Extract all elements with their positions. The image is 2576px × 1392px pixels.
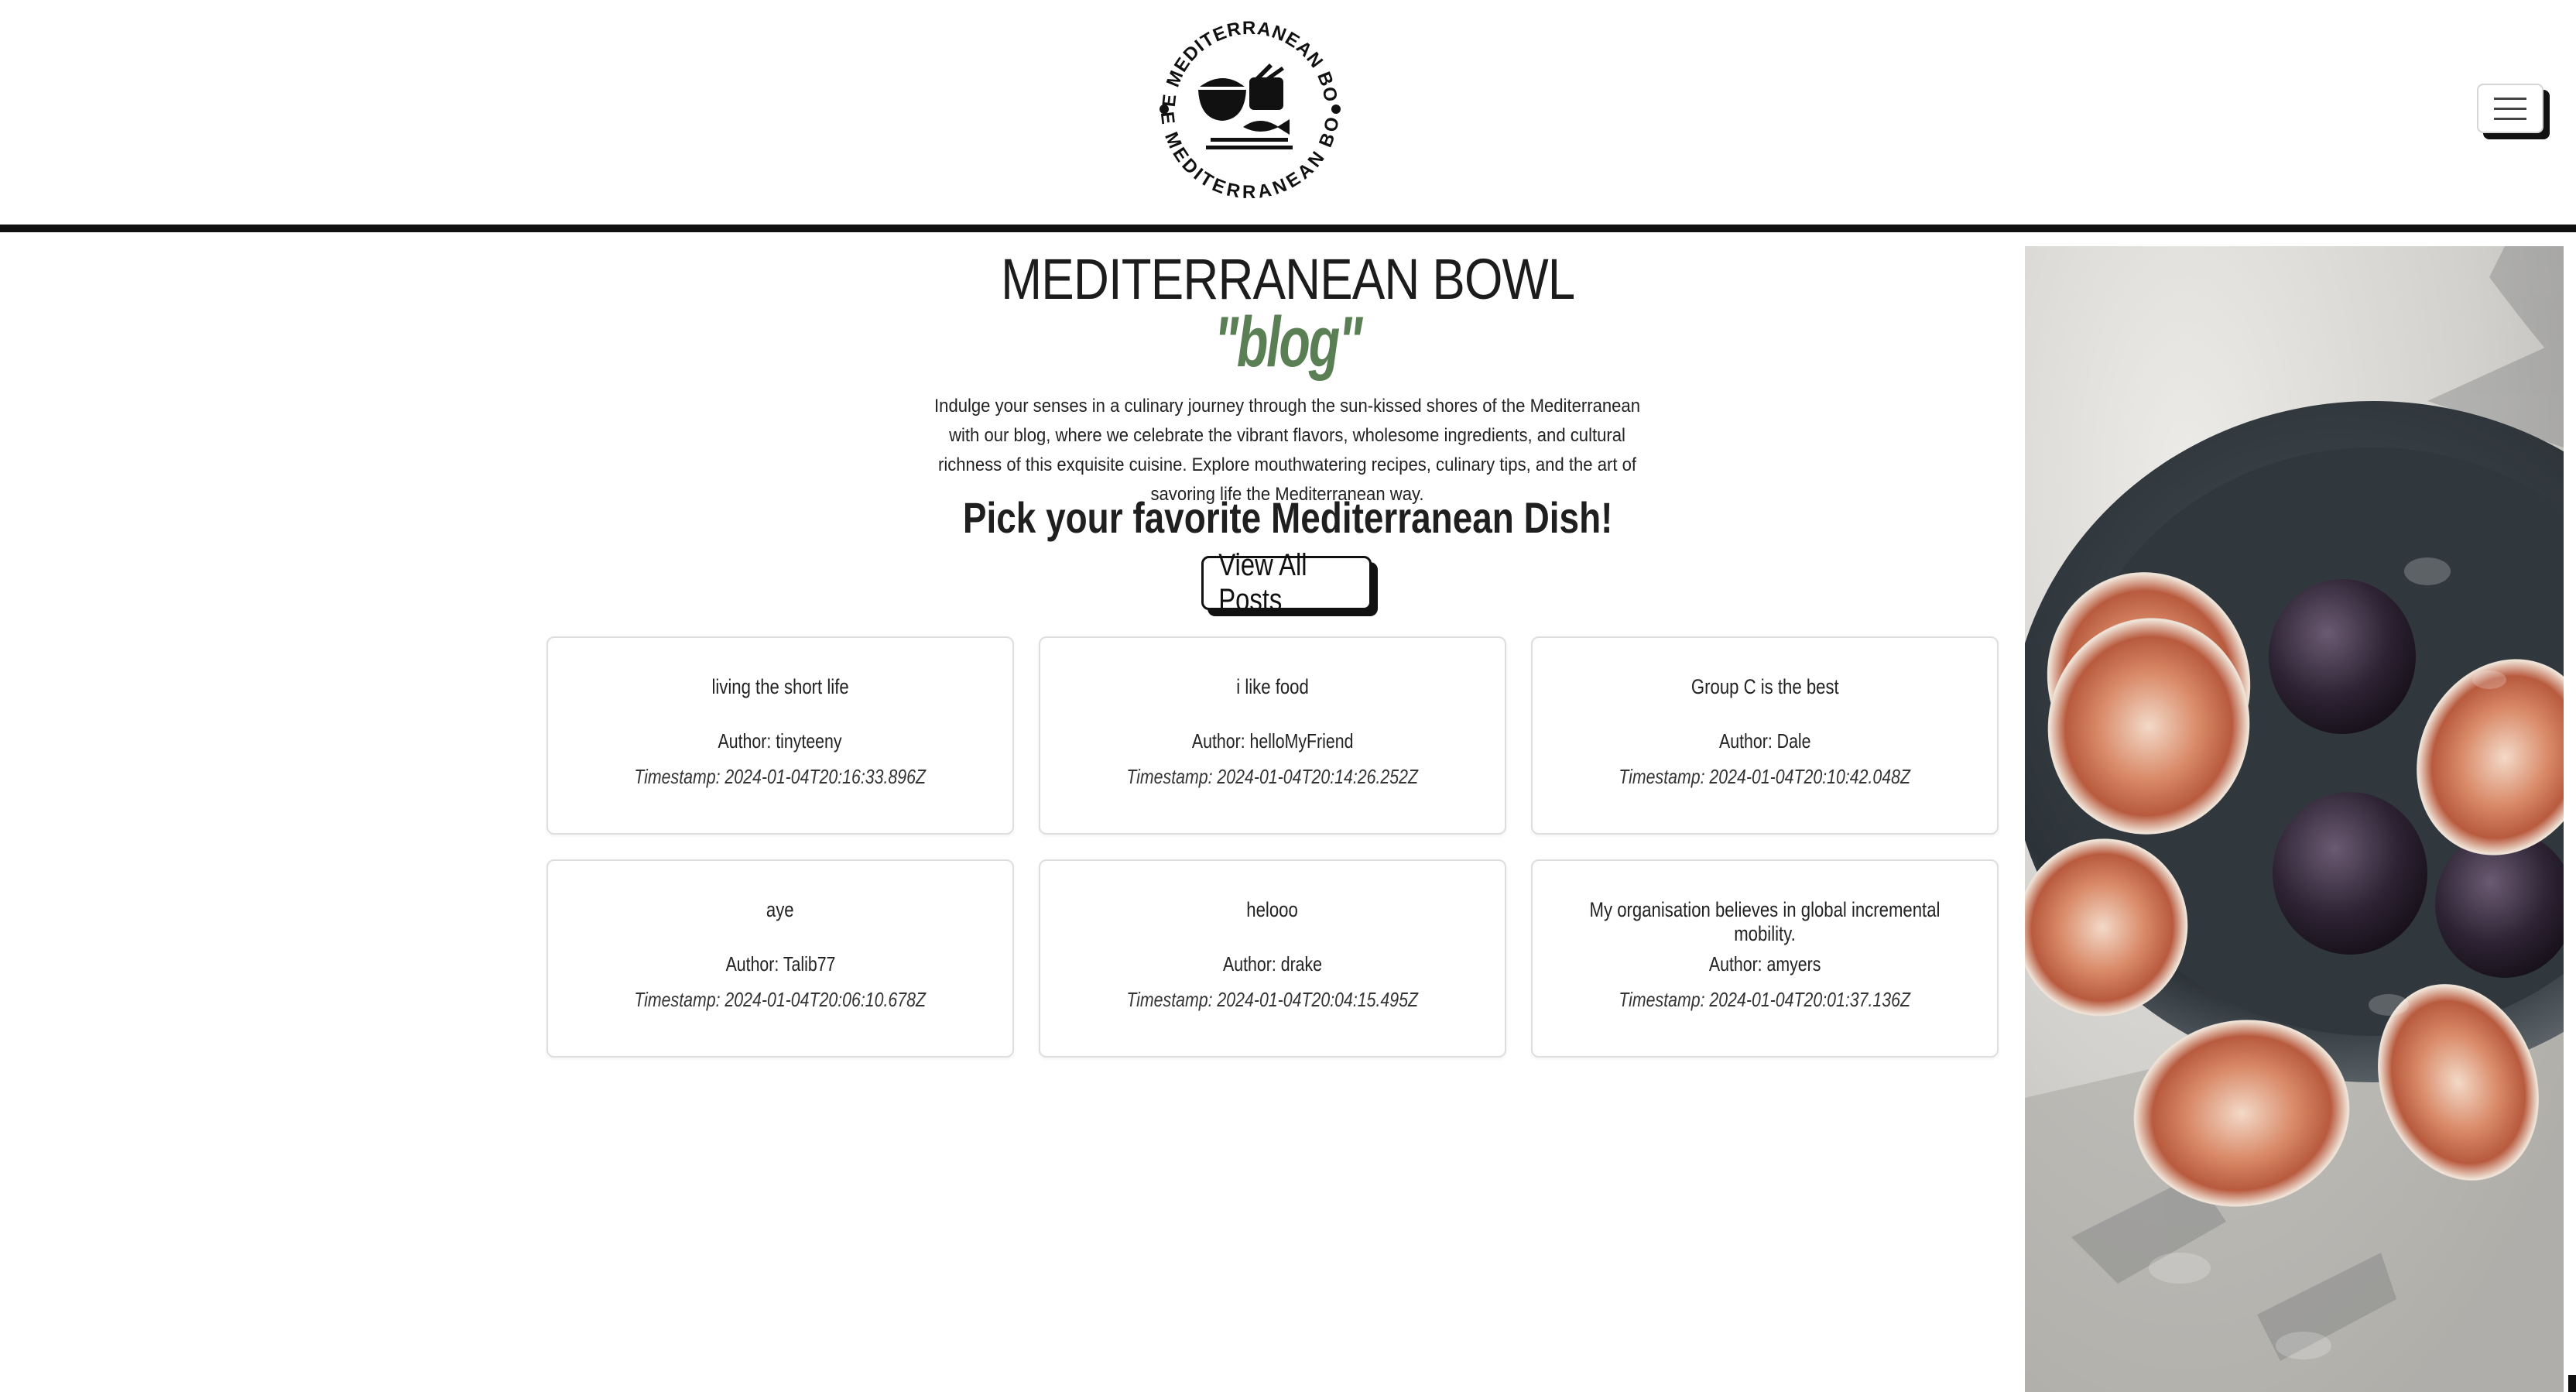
page-subtitle: "blog"	[1214, 303, 1363, 382]
post-title: helooo	[1246, 898, 1299, 921]
menu-toggle-button[interactable]	[2477, 84, 2543, 133]
post-timestamp: Timestamp: 2024-01-04T20:06:10.678Z	[634, 988, 927, 1011]
post-timestamp: Timestamp: 2024-01-04T20:16:33.896Z	[634, 765, 927, 788]
post-title: i like food	[1236, 675, 1309, 698]
post-card[interactable]: living the short life Author: tinyteeny …	[546, 636, 1014, 835]
view-all-posts-label: View All Posts	[1218, 548, 1307, 617]
site-logo[interactable]: THE MEDITERRANEAN BOWL THE MEDITERRANEAN…	[1153, 12, 1347, 206]
svg-text:THE MEDITERRANEAN BOWL: THE MEDITERRANEAN BOWL	[1153, 12, 1341, 108]
view-all-posts-button[interactable]: View All Posts	[1201, 548, 1372, 617]
post-author: Author: Talib77	[725, 952, 835, 975]
post-author: Author: tinyteeny	[718, 729, 843, 753]
hamburger-icon	[2494, 98, 2526, 120]
logo-text-bottom: THE MEDITERRANEAN BOWL	[1153, 12, 1343, 203]
figs-on-plate-photo	[2025, 246, 2564, 1392]
post-card[interactable]: aye Author: Talib77 Timestamp: 2024-01-0…	[546, 859, 1014, 1058]
bowl-and-fish-logo-icon	[1198, 63, 1293, 149]
post-timestamp: Timestamp: 2024-01-04T20:01:37.136Z	[1619, 988, 1911, 1011]
site-header: THE MEDITERRANEAN BOWL THE MEDITERRANEAN…	[0, 0, 2576, 226]
post-author: Author: helloMyFriend	[1191, 729, 1354, 753]
svg-text:THE MEDITERRANEAN BOWL: THE MEDITERRANEAN BOWL	[1153, 12, 1344, 203]
header-divider	[0, 225, 2576, 232]
post-author: Author: amyers	[1708, 952, 1821, 975]
post-title: aye	[766, 898, 794, 921]
post-card[interactable]: My organisation believes in global incre…	[1531, 859, 1999, 1058]
post-title: living the short life	[711, 675, 849, 698]
post-title: My organisation believes in global incre…	[1589, 898, 1941, 945]
logo-text-top: THE MEDITERRANEAN BOWL	[1153, 12, 1341, 108]
scroll-corner-handle[interactable]	[2568, 1375, 2576, 1392]
post-card[interactable]: Group C is the best Author: Dale Timesta…	[1531, 636, 1999, 835]
post-author: Author: drake	[1223, 952, 1322, 975]
post-timestamp: Timestamp: 2024-01-04T20:04:15.495Z	[1126, 988, 1419, 1011]
post-title: Group C is the best	[1690, 675, 1839, 698]
post-author: Author: Dale	[1718, 729, 1811, 753]
post-timestamp: Timestamp: 2024-01-04T20:10:42.048Z	[1619, 765, 1911, 788]
post-timestamp: Timestamp: 2024-01-04T20:14:26.252Z	[1126, 765, 1419, 788]
post-card[interactable]: helooo Author: drake Timestamp: 2024-01-…	[1039, 859, 1506, 1058]
main-content: MEDITERRANEAN BOWL "blog" Indulge your s…	[0, 232, 2020, 1392]
post-card[interactable]: i like food Author: helloMyFriend Timest…	[1039, 636, 1506, 835]
